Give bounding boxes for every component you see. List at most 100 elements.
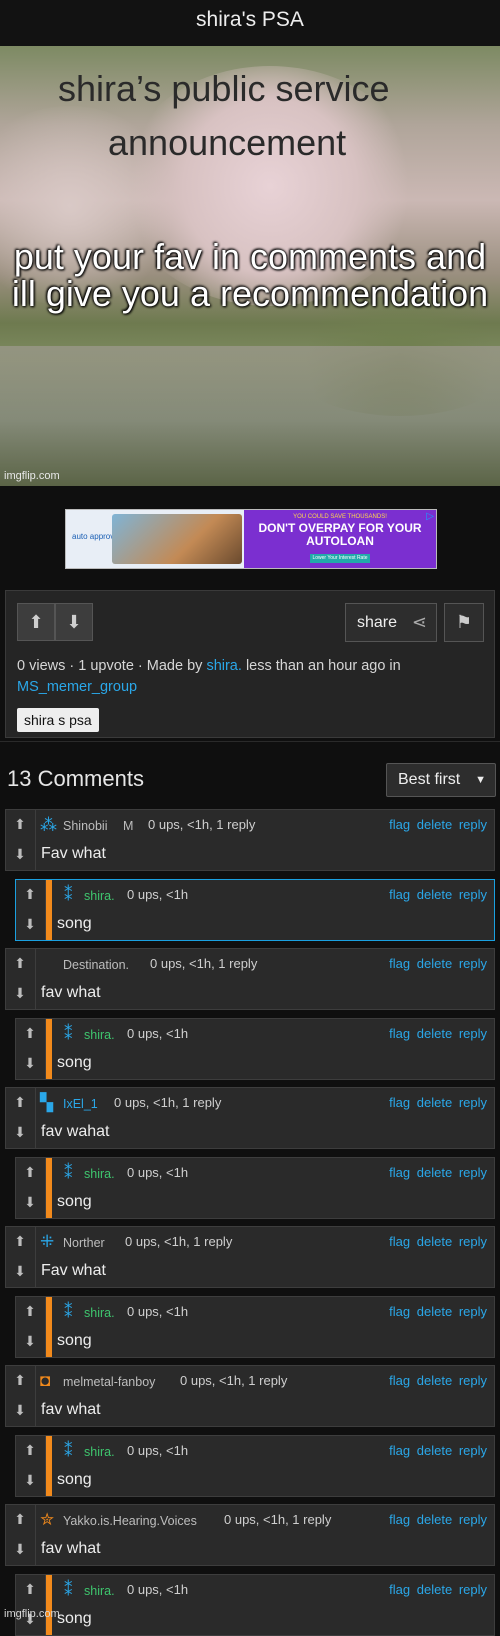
comment-reply-link[interactable]: reply bbox=[459, 817, 487, 832]
avatar-icon[interactable]: ⁑ bbox=[64, 1580, 73, 1600]
comment-upvote-icon[interactable]: ⬆ bbox=[9, 1368, 31, 1392]
comment-delete-link[interactable]: delete bbox=[417, 1443, 452, 1458]
comment-flag-link[interactable]: flag bbox=[389, 1165, 410, 1180]
comment-reply-link[interactable]: reply bbox=[459, 1304, 487, 1319]
avatar-icon[interactable]: ▚ bbox=[40, 1093, 53, 1113]
comment-flag-link[interactable]: flag bbox=[389, 1095, 410, 1110]
comment-downvote-icon[interactable]: ⬇ bbox=[9, 1259, 31, 1283]
comment-actions: flag delete reply bbox=[389, 1165, 487, 1180]
avatar-icon[interactable]: ⁂ bbox=[40, 815, 57, 835]
comment-downvote-icon[interactable]: ⬇ bbox=[9, 1537, 31, 1561]
comment-downvote-icon[interactable]: ⬇ bbox=[19, 912, 41, 936]
avatar-icon[interactable]: ⁜ bbox=[40, 1232, 54, 1252]
comment-upvote-icon[interactable]: ⬆ bbox=[19, 1577, 41, 1601]
comment-reply-link[interactable]: reply bbox=[459, 1582, 487, 1597]
comment-username[interactable]: melmetal-fanboy bbox=[63, 1375, 155, 1389]
avatar-icon[interactable]: ✮ bbox=[40, 1510, 54, 1530]
comment-delete-link[interactable]: delete bbox=[417, 1165, 452, 1180]
adchoices-icon[interactable]: ▷ bbox=[426, 511, 434, 522]
advertisement-banner[interactable]: auto approve YOU COULD SAVE THOUSANDS! D… bbox=[65, 509, 437, 569]
comment-actions: flag delete reply bbox=[389, 1512, 487, 1527]
comment-flag-link[interactable]: flag bbox=[389, 1582, 410, 1597]
comment-reply-link[interactable]: reply bbox=[459, 1443, 487, 1458]
comment-username[interactable]: IxEl_1 bbox=[63, 1097, 98, 1111]
comment-reply-link[interactable]: reply bbox=[459, 956, 487, 971]
comment-reply-link[interactable]: reply bbox=[459, 1165, 487, 1180]
share-button[interactable]: share ⋖ bbox=[345, 603, 437, 642]
comment-delete-link[interactable]: delete bbox=[417, 1234, 452, 1249]
ad-cta-button[interactable]: Lower Your Interest Rate bbox=[310, 554, 370, 563]
comment-username[interactable]: shira. bbox=[84, 889, 115, 903]
comment-reply-link[interactable]: reply bbox=[459, 1512, 487, 1527]
comment-downvote-icon[interactable]: ⬇ bbox=[9, 1120, 31, 1144]
comment-delete-link[interactable]: delete bbox=[417, 1304, 452, 1319]
reply-comment: ⬆ ⬇ ⁑ shira. 0 ups, <1h flag delete reply song bbox=[15, 1435, 495, 1497]
comment-upvote-icon[interactable]: ⬆ bbox=[9, 1507, 31, 1531]
comment-upvote-icon[interactable]: ⬆ bbox=[19, 1438, 41, 1462]
comment-username[interactable]: shira. bbox=[84, 1028, 115, 1042]
comment-upvote-icon[interactable]: ⬆ bbox=[19, 882, 41, 906]
comment-username[interactable]: shira. bbox=[84, 1445, 115, 1459]
comment-flag-link[interactable]: flag bbox=[389, 887, 410, 902]
comment-username[interactable]: shira. bbox=[84, 1584, 115, 1598]
comment-flag-link[interactable]: flag bbox=[389, 1512, 410, 1527]
comment-reply-link[interactable]: reply bbox=[459, 1234, 487, 1249]
comment-downvote-icon[interactable]: ⬇ bbox=[19, 1190, 41, 1214]
downvote-button[interactable]: ⬇ bbox=[55, 603, 93, 641]
comment-text: Fav what bbox=[41, 845, 106, 862]
avatar-icon[interactable]: ⁑ bbox=[64, 885, 73, 905]
comment-delete-link[interactable]: delete bbox=[417, 1095, 452, 1110]
comment-downvote-icon[interactable]: ⬇ bbox=[9, 1398, 31, 1422]
comment-username[interactable]: Destination. bbox=[63, 958, 129, 972]
comment-flag-link[interactable]: flag bbox=[389, 1234, 410, 1249]
comment-downvote-icon[interactable]: ⬇ bbox=[19, 1468, 41, 1492]
comment-flag-link[interactable]: flag bbox=[389, 1373, 410, 1388]
comment-downvote-icon[interactable]: ⬇ bbox=[9, 842, 31, 866]
comment-username[interactable]: shira. bbox=[84, 1167, 115, 1181]
comment-username[interactable]: Shinobii bbox=[63, 819, 107, 833]
comment-upvote-icon[interactable]: ⬆ bbox=[9, 812, 31, 836]
comment-upvote-icon[interactable]: ⬆ bbox=[19, 1160, 41, 1184]
comment-reply-link[interactable]: reply bbox=[459, 1026, 487, 1041]
comment-flag-link[interactable]: flag bbox=[389, 956, 410, 971]
comment-upvote-icon[interactable]: ⬆ bbox=[19, 1021, 41, 1045]
comment-reply-link[interactable]: reply bbox=[459, 887, 487, 902]
comment-username[interactable]: Yakko.is.Hearing.Voices bbox=[63, 1514, 197, 1528]
top-bar: shira's PSA bbox=[0, 0, 500, 46]
comment-downvote-icon[interactable]: ⬇ bbox=[19, 1051, 41, 1075]
avatar-icon[interactable]: ⁑ bbox=[64, 1441, 73, 1461]
comment-flag-link[interactable]: flag bbox=[389, 1026, 410, 1041]
stream-link[interactable]: MS_memer_group bbox=[17, 679, 137, 695]
flag-post-button[interactable]: ⚑ bbox=[444, 603, 484, 642]
author-link[interactable]: shira. bbox=[206, 658, 241, 674]
comment-actions: flag delete reply bbox=[389, 1234, 487, 1249]
comment-delete-link[interactable]: delete bbox=[417, 1582, 452, 1597]
comment-upvote-icon[interactable]: ⬆ bbox=[9, 1229, 31, 1253]
comment-reply-link[interactable]: reply bbox=[459, 1373, 487, 1388]
comment-delete-link[interactable]: delete bbox=[417, 956, 452, 971]
avatar-icon[interactable]: ⁑ bbox=[64, 1024, 73, 1044]
comment-upvote-icon[interactable]: ⬆ bbox=[9, 1090, 31, 1114]
comment-flag-link[interactable]: flag bbox=[389, 817, 410, 832]
upvote-button[interactable]: ⬆ bbox=[17, 603, 55, 641]
comment-delete-link[interactable]: delete bbox=[417, 887, 452, 902]
avatar-icon[interactable]: ◘ bbox=[40, 1371, 50, 1391]
comment-upvote-icon[interactable]: ⬆ bbox=[9, 951, 31, 975]
comment-downvote-icon[interactable]: ⬇ bbox=[19, 1329, 41, 1353]
avatar-icon[interactable]: ⁑ bbox=[64, 1163, 73, 1183]
comment-downvote-icon[interactable]: ⬇ bbox=[9, 981, 31, 1005]
avatar-icon[interactable]: ⁑ bbox=[64, 1302, 73, 1322]
post-tag[interactable]: shira s psa bbox=[17, 708, 99, 732]
comment-username[interactable]: shira. bbox=[84, 1306, 115, 1320]
comment-delete-link[interactable]: delete bbox=[417, 1373, 452, 1388]
comment-delete-link[interactable]: delete bbox=[417, 1026, 452, 1041]
comment-flag-link[interactable]: flag bbox=[389, 1443, 410, 1458]
comment-username[interactable]: Norther bbox=[63, 1236, 105, 1250]
comment-delete-link[interactable]: delete bbox=[417, 1512, 452, 1527]
comment-reply-link[interactable]: reply bbox=[459, 1095, 487, 1110]
comment-upvote-icon[interactable]: ⬆ bbox=[19, 1299, 41, 1323]
comment-flag-link[interactable]: flag bbox=[389, 1304, 410, 1319]
comment-delete-link[interactable]: delete bbox=[417, 817, 452, 832]
meme-watermark: imgflip.com bbox=[4, 470, 60, 482]
sort-dropdown[interactable]: Best first ▼ bbox=[386, 763, 496, 797]
